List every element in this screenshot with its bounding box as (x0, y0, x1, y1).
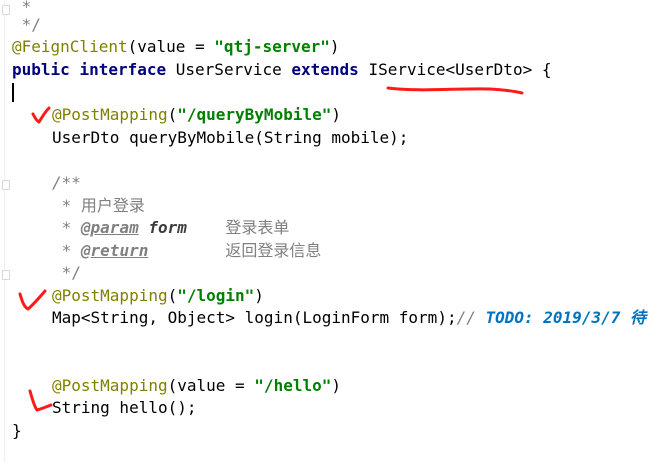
underline-mark (386, 86, 524, 95)
check-mark (31, 106, 51, 124)
check-mark (28, 389, 53, 412)
code-editor[interactable]: * */ @FeignClient(value = "qtj-server") … (0, 0, 671, 462)
handwritten-annotations (18, 86, 524, 412)
check-mark (18, 289, 47, 311)
